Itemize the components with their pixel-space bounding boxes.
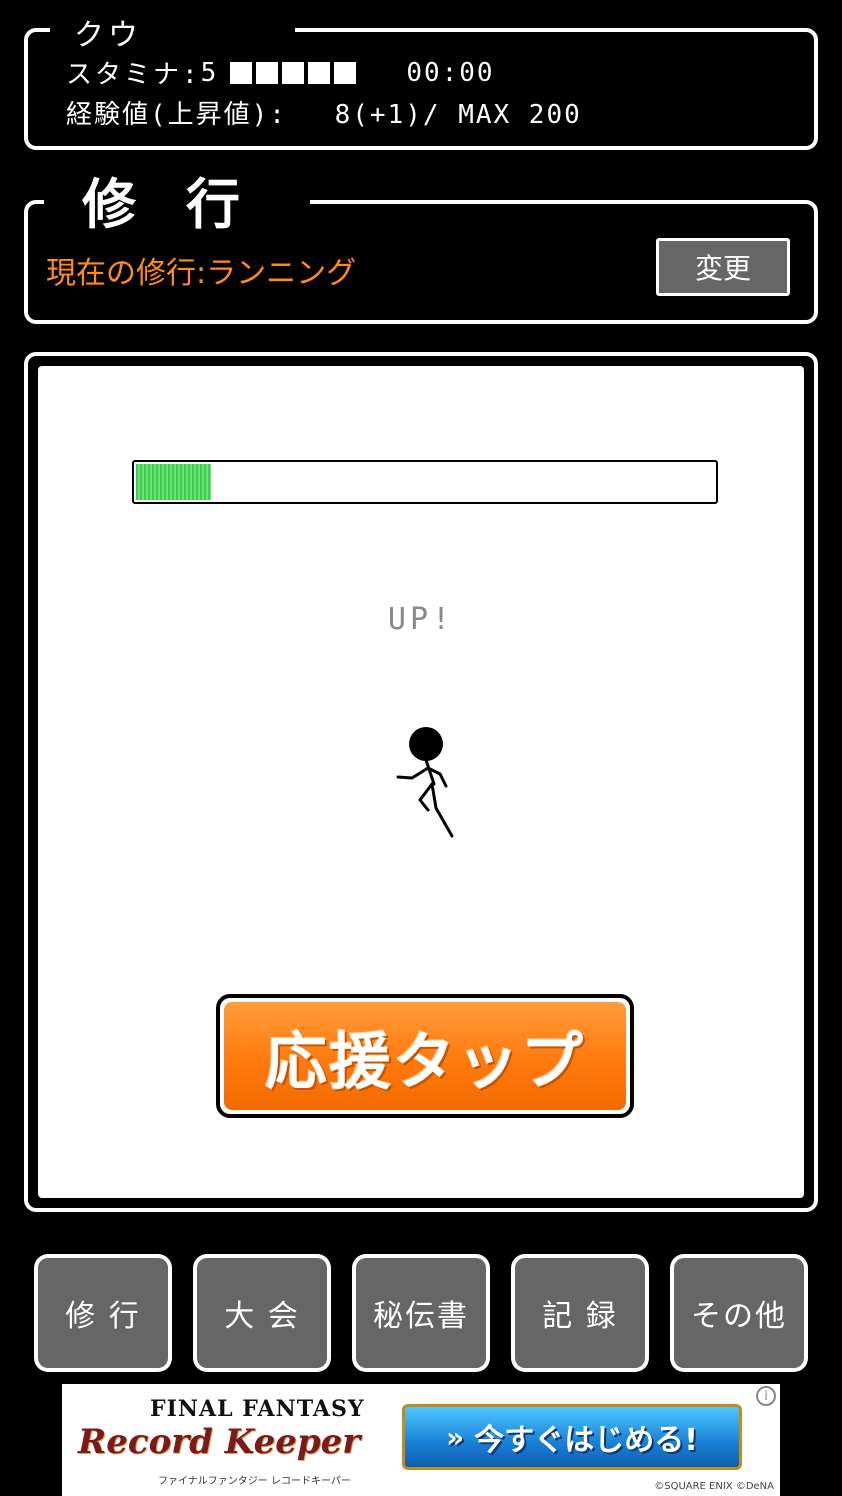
nav-other-button[interactable]: その他 (670, 1254, 808, 1372)
nav-tournament-label: 大 会 (197, 1258, 327, 1368)
ad-subtitle: ファイナルファンタジー レコードキーパー (158, 1476, 351, 1487)
exp-label: 経験値(上昇値): (66, 100, 287, 130)
nav-other-label: その他 (674, 1258, 804, 1368)
running-stick-figure-icon (396, 727, 454, 838)
change-training-button[interactable]: 変更 (656, 238, 790, 296)
ad-copyright: ©SQUARE ENIX ©DeNA (654, 1481, 774, 1492)
nav-secret-book-button[interactable]: 秘伝書 (352, 1254, 490, 1372)
training-title: 修行 (76, 160, 296, 239)
training-progress-bar (132, 460, 718, 504)
nav-tournament-button[interactable]: 大 会 (193, 1254, 331, 1372)
training-stage-inner: UP! 応援タップ (38, 366, 804, 1198)
ad-cta-button[interactable]: » 今すぐはじめる! (402, 1404, 742, 1470)
nav-records-button[interactable]: 記 録 (511, 1254, 649, 1372)
nav-training-button[interactable]: 修 行 (34, 1254, 172, 1372)
exp-row: 経験値(上昇値): 8(+1)/ MAX 200 (66, 94, 582, 131)
training-panel: 修行 現在の修行:ランニング 変更 (24, 160, 818, 324)
stamina-pip (256, 61, 279, 84)
stamina-pip (334, 61, 357, 84)
ad-cta-label: 今すぐはじめる! (474, 1423, 698, 1458)
up-status-text: UP! (387, 602, 455, 637)
nav-training-label: 修 行 (38, 1258, 168, 1368)
stamina-pips (230, 61, 360, 84)
exp-value: 8(+1)/ MAX 200 (334, 100, 582, 130)
current-training-label: 現在の修行:ランニング (46, 256, 357, 291)
nav-records-label: 記 録 (515, 1258, 645, 1368)
training-progress-fill (136, 464, 212, 500)
stamina-value: 5 (200, 57, 217, 88)
stamina-row: スタミナ: 5 00:00 (66, 54, 495, 91)
stamina-timer: 00:00 (406, 57, 495, 88)
double-chevron-right-icon: » (446, 1420, 465, 1454)
character-name: クウ (70, 10, 146, 54)
ad-banner[interactable]: FINAL FANTASY Record Keeper ファイナルファンタジー … (62, 1384, 780, 1496)
training-stage: UP! 応援タップ (24, 352, 818, 1212)
stamina-pip (282, 61, 305, 84)
stamina-label: スタミナ: (66, 60, 201, 90)
info-icon[interactable]: i (756, 1386, 776, 1406)
nav-secret-book-label: 秘伝書 (356, 1258, 486, 1368)
cheer-tap-button[interactable]: 応援タップ (216, 994, 634, 1118)
stamina-pip (308, 61, 331, 84)
ad-title-main: Record Keeper (78, 1422, 361, 1462)
stamina-pip (230, 61, 253, 84)
cheer-tap-label: 応援タップ (224, 1002, 626, 1110)
ad-title-top: FINAL FANTASY (150, 1396, 365, 1422)
status-panel: クウ スタミナ: 5 00:00 経験値(上昇値): 8(+1)/ MAX 20… (24, 10, 818, 150)
